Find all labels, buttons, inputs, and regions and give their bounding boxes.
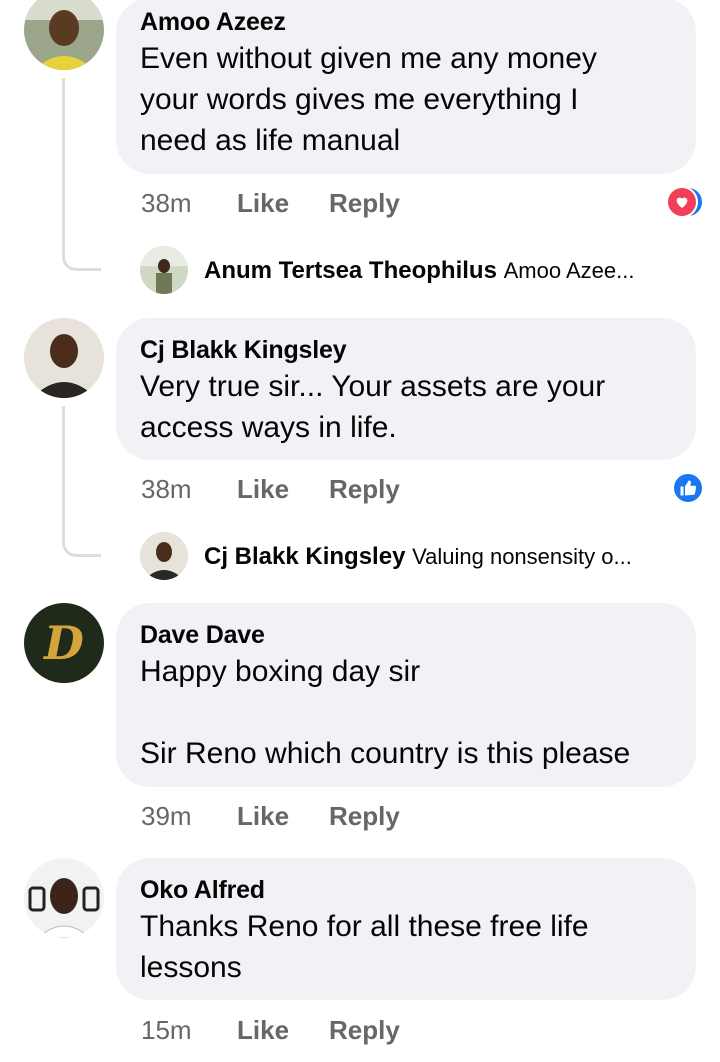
comment-actions: 15m Like Reply	[141, 1015, 696, 1047]
like-button[interactable]: Like	[237, 188, 289, 219]
reply-snippet: Amoo Azee...	[503, 258, 635, 283]
comment-author[interactable]: Dave Dave	[140, 621, 672, 649]
comment-bubble[interactable]: Amoo Azeez Even without given me any mon…	[116, 0, 696, 174]
avatar[interactable]	[24, 858, 104, 938]
comment-actions: 38m Like Reply 7	[141, 186, 704, 220]
like-button[interactable]: Like	[237, 474, 289, 505]
reply-snippet: Valuing nonsensity o...	[412, 544, 632, 569]
comment-text: Happy boxing day sir Sir Reno which coun…	[140, 655, 631, 770]
thread-line	[62, 406, 101, 557]
reply-button[interactable]: Reply	[329, 188, 400, 219]
like-button[interactable]: Like	[237, 801, 289, 832]
comment-time[interactable]: 38m	[141, 188, 192, 219]
reply-avatar[interactable]	[140, 246, 188, 294]
comment-bubble[interactable]: Dave Dave Happy boxing day sir Sir Reno …	[116, 603, 696, 787]
thread-line	[62, 78, 101, 271]
reply-author[interactable]: Anum Tertsea Theophilus	[204, 257, 497, 284]
comment-text: Even without given me any money your wor…	[140, 42, 597, 157]
comment-author[interactable]: Oko Alfred	[140, 876, 672, 904]
reply-avatar[interactable]	[140, 532, 188, 580]
comment-time[interactable]: 15m	[141, 1015, 192, 1046]
like-icon	[672, 472, 704, 504]
reply-preview[interactable]: Cj Blakk Kingsley Valuing nonsensity o..…	[204, 543, 694, 571]
comment-author[interactable]: Amoo Azeez	[140, 8, 672, 36]
avatar[interactable]	[24, 0, 104, 70]
comment-text: Very true sir... Your assets are your ac…	[140, 370, 606, 444]
avatar[interactable]: D	[24, 603, 104, 683]
comment-text: Thanks Reno for all these free life less…	[140, 910, 589, 984]
svg-text:D: D	[42, 616, 84, 670]
like-button[interactable]: Like	[237, 1015, 289, 1046]
comment-bubble[interactable]: Cj Blakk Kingsley Very true sir... Your …	[116, 318, 696, 460]
reply-button[interactable]: Reply	[329, 1015, 400, 1046]
reply-button[interactable]: Reply	[329, 801, 400, 832]
avatar[interactable]	[24, 318, 104, 398]
comment-time[interactable]: 39m	[141, 801, 192, 832]
love-icon	[666, 186, 698, 218]
comment-actions: 39m Like Reply	[141, 801, 696, 833]
comment-author[interactable]: Cj Blakk Kingsley	[140, 336, 672, 364]
comment-actions: 38m Like Reply 1	[141, 472, 704, 506]
reply-author[interactable]: Cj Blakk Kingsley	[204, 543, 405, 570]
reply-preview[interactable]: Anum Tertsea Theophilus Amoo Azee...	[204, 257, 694, 285]
comment-bubble[interactable]: Oko Alfred Thanks Reno for all these fre…	[116, 858, 696, 1000]
comment-time[interactable]: 38m	[141, 474, 192, 505]
reply-button[interactable]: Reply	[329, 474, 400, 505]
